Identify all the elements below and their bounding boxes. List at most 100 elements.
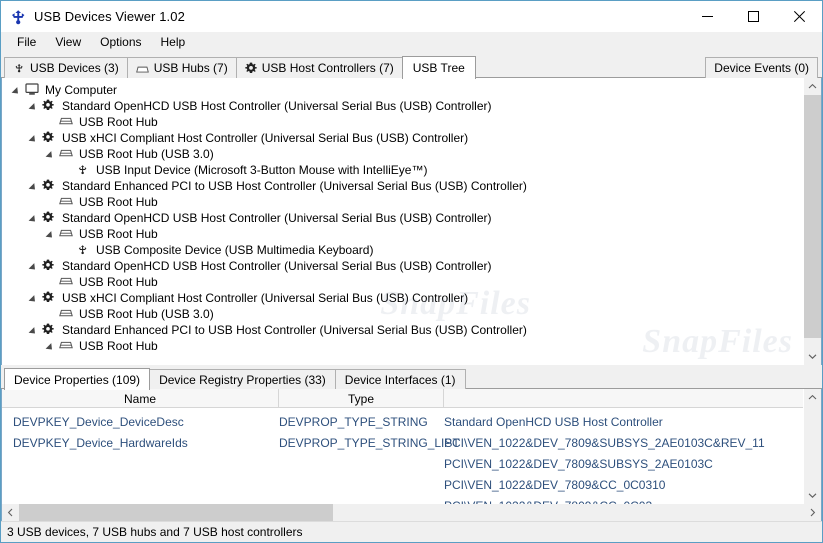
property-vertical-scrollbar[interactable]	[803, 389, 821, 504]
property-hscroll-track[interactable]	[19, 504, 804, 521]
property-type-cell: DEVPROP_TYPE_STRING_LIST	[279, 435, 460, 450]
usb-trident-icon	[13, 62, 25, 74]
tree-node[interactable]: My Computer	[2, 82, 803, 98]
gear-icon	[42, 259, 59, 273]
tree-node[interactable]: USB Root Hub	[2, 274, 803, 290]
tab-usb-host-controllers[interactable]: USB Host Controllers (7)	[235, 57, 403, 78]
gear-icon	[42, 131, 59, 145]
tab-device-properties[interactable]: Device Properties (109)	[4, 368, 151, 390]
tree-node[interactable]: Standard Enhanced PCI to USB Host Contro…	[2, 178, 803, 194]
tree-node[interactable]: Standard OpenHCD USB Host Controller (Un…	[2, 98, 803, 114]
tree-expander-icon[interactable]	[12, 85, 23, 96]
tree-scroll-thumb[interactable]	[804, 95, 821, 338]
tree-expander-icon[interactable]	[46, 229, 57, 240]
table-row[interactable]: PCI\VEN_1022&DEV_7809&CC_0C0310	[2, 474, 803, 495]
tree-node[interactable]: USB xHCI Compliant Host Controller (Univ…	[2, 130, 803, 146]
tree-node-label: Standard OpenHCD USB Host Controller (Un…	[62, 99, 492, 113]
tab-label: USB Tree	[412, 61, 465, 75]
tree-node-label: USB xHCI Compliant Host Controller (Univ…	[62, 131, 469, 145]
menu-bar: File View Options Help	[1, 32, 822, 53]
tree-node-label: My Computer	[45, 83, 118, 97]
gear-icon	[42, 179, 59, 193]
properties-tab-strip: Device Properties (109) Device Registry …	[1, 365, 822, 390]
tree-node[interactable]: Standard OpenHCD USB Host Controller (Un…	[2, 210, 803, 226]
tree-expander-icon[interactable]	[46, 149, 57, 160]
menu-help[interactable]: Help	[152, 33, 196, 52]
column-header-type[interactable]: Type	[279, 389, 444, 408]
tree-vertical-scrollbar[interactable]	[803, 78, 821, 365]
gear-icon	[42, 323, 59, 337]
tree-expander-spacer	[46, 117, 57, 128]
tree-node[interactable]: USB Root Hub (USB 3.0)	[2, 146, 803, 162]
usb-trident-icon	[76, 163, 93, 177]
gear-icon	[42, 211, 59, 225]
column-header-name[interactable]: Name	[2, 389, 279, 408]
usb-trident-icon	[76, 243, 93, 257]
tree-node[interactable]: USB Input Device (Microsoft 3-Button Mou…	[2, 162, 803, 178]
tree-expander-icon[interactable]	[29, 101, 40, 112]
tab-device-interfaces[interactable]: Device Interfaces (1)	[334, 369, 466, 389]
property-list-body: Name Type DEVPKEY_Device_DeviceDesc DEVPR…	[2, 389, 821, 504]
hub-icon	[59, 307, 76, 321]
tree-expander-icon[interactable]	[29, 133, 40, 144]
tab-device-events[interactable]: Device Events (0)	[705, 57, 818, 78]
table-row[interactable]: DEVPKEY_Device_DeviceDesc DEVPROP_TYPE_ST…	[2, 411, 803, 432]
gear-icon	[244, 62, 257, 74]
tab-usb-devices[interactable]: USB Devices (3)	[4, 57, 128, 78]
chevron-down-icon[interactable]	[804, 348, 821, 365]
tree-node[interactable]: USB Root Hub	[2, 338, 803, 354]
property-rows[interactable]: DEVPKEY_Device_DeviceDesc DEVPROP_TYPE_ST…	[2, 408, 803, 505]
menu-file[interactable]: File	[8, 33, 46, 52]
tree-node[interactable]: USB Root Hub	[2, 226, 803, 242]
maximize-button[interactable]	[730, 1, 776, 32]
tree-node[interactable]: USB xHCI Compliant Host Controller (Univ…	[2, 290, 803, 306]
table-row[interactable]: PCI\VEN_1022&DEV_7809&SUBSYS_2AE0103C	[2, 453, 803, 474]
tab-label: Device Interfaces (1)	[344, 372, 456, 387]
usb-tree[interactable]: My Computer Standard OpenHCD USB Host Con…	[2, 78, 803, 365]
tree-expander-icon[interactable]	[46, 341, 57, 352]
tree-node[interactable]: USB Root Hub	[2, 114, 803, 130]
chevron-up-icon[interactable]	[804, 78, 821, 95]
chevron-down-icon[interactable]	[804, 487, 821, 504]
hub-icon	[59, 339, 76, 353]
tree-expander-icon[interactable]	[29, 293, 40, 304]
hub-icon	[59, 115, 76, 129]
chevron-up-icon[interactable]	[804, 389, 821, 406]
menu-view[interactable]: View	[46, 33, 91, 52]
table-row[interactable]: PCI\VEN_1022&DEV_7809&CC_0C03	[2, 495, 803, 505]
minimize-button[interactable]	[684, 1, 730, 32]
property-hscroll-thumb[interactable]	[19, 504, 333, 521]
property-list-main: Name Type DEVPKEY_Device_DeviceDesc DEVPR…	[2, 389, 803, 504]
tree-node[interactable]: Standard OpenHCD USB Host Controller (Un…	[2, 258, 803, 274]
property-scroll-track[interactable]	[804, 406, 821, 487]
chevron-left-icon[interactable]	[2, 504, 19, 521]
tab-label: USB Hubs (7)	[153, 61, 228, 75]
tree-expander-icon[interactable]	[29, 181, 40, 192]
close-button[interactable]	[776, 1, 822, 32]
tree-expander-icon[interactable]	[29, 325, 40, 336]
tree-expander-icon[interactable]	[29, 261, 40, 272]
table-row[interactable]: DEVPKEY_Device_HardwareIds DEVPROP_TYPE_S…	[2, 432, 803, 453]
column-header-value[interactable]	[444, 389, 803, 408]
property-value-cell: PCI\VEN_1022&DEV_7809&SUBSYS_2AE0103C	[444, 456, 713, 471]
tree-node[interactable]: USB Root Hub (USB 3.0)	[2, 306, 803, 322]
chevron-right-icon[interactable]	[804, 504, 821, 521]
tree-node[interactable]: Standard Enhanced PCI to USB Host Contro…	[2, 322, 803, 338]
tree-expander-spacer	[46, 309, 57, 320]
tab-usb-tree[interactable]: USB Tree	[401, 56, 476, 79]
tree-node[interactable]: USB Root Hub	[2, 194, 803, 210]
tab-device-registry-properties[interactable]: Device Registry Properties (33)	[149, 369, 336, 389]
tab-label: Device Events (0)	[714, 61, 809, 75]
tree-node-label: USB Root Hub (USB 3.0)	[79, 307, 214, 321]
hub-icon	[59, 227, 76, 241]
tree-scroll-track[interactable]	[804, 95, 821, 348]
tree-expander-icon[interactable]	[29, 213, 40, 224]
hub-icon	[135, 63, 149, 74]
tab-usb-hubs[interactable]: USB Hubs (7)	[126, 57, 237, 78]
tree-expander-spacer	[46, 277, 57, 288]
property-horizontal-scrollbar[interactable]	[2, 504, 821, 521]
tree-node-label: USB Composite Device (USB Multimedia Key…	[96, 243, 374, 257]
tree-node[interactable]: USB Composite Device (USB Multimedia Key…	[2, 242, 803, 258]
tree-node-label: USB Root Hub	[79, 339, 158, 353]
menu-options[interactable]: Options	[91, 33, 151, 52]
